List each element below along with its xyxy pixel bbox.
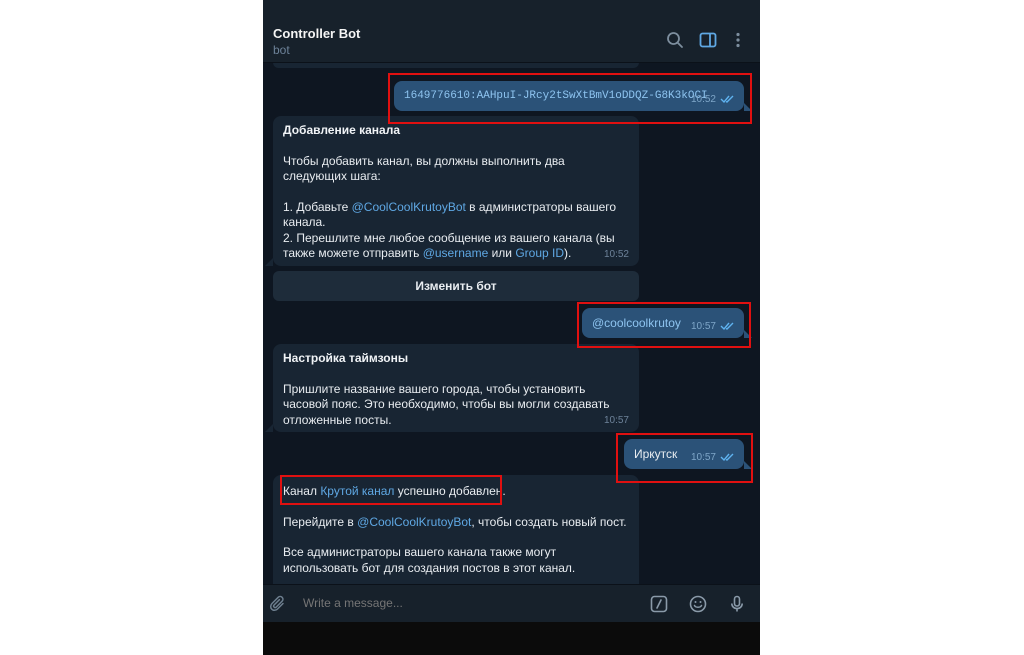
window-bottom-strip (263, 622, 760, 655)
sidebar-panel-icon[interactable] (698, 30, 718, 50)
bot-mention-link[interactable]: @CoolCoolKrutoyBot (352, 200, 466, 214)
bubble-tail (265, 258, 273, 266)
more-vertical-icon[interactable] (728, 30, 748, 50)
double-check-icon (720, 322, 734, 331)
bubble-tail (744, 103, 752, 111)
city-message-bubble[interactable]: Иркутск 10:57 (624, 439, 744, 469)
next-step-line: Перейдите в @CoolCoolKrutoyBot, чтобы со… (283, 514, 627, 529)
token-text: 1649776610:AAHpuI-JRcy2tSwXtBmV1oDDQZ-G8… (404, 90, 708, 102)
message-time: 10:52 (603, 248, 629, 260)
username-text[interactable]: @coolcoolkrutoy (592, 316, 681, 330)
city-text: Иркутск (634, 447, 678, 461)
double-check-icon (720, 95, 734, 104)
message-time: 10:57 (690, 321, 716, 332)
bot-mention-link[interactable]: @CoolCoolKrutoyBot (357, 515, 471, 529)
username-link[interactable]: @username (423, 246, 489, 260)
message-body: Пришлите название вашего города, чтобы у… (283, 381, 610, 427)
message-title: Настройка таймзоны (283, 351, 409, 365)
group-id-link[interactable]: Group ID (515, 246, 564, 260)
message-input[interactable] (303, 596, 603, 610)
message-title: Добавление канала (283, 123, 400, 137)
step-1: 1. Добавьте @CoolCoolKrutoyBot в админис… (283, 199, 617, 230)
timezone-message[interactable]: Настройка таймзоны Пришлите название ваш… (273, 344, 639, 432)
double-check-icon (720, 453, 734, 462)
message-time: 10:57 (603, 414, 629, 426)
username-message-bubble[interactable]: @coolcoolkrutoy 10:57 (582, 308, 744, 338)
chat-title[interactable]: Controller Bot (273, 26, 360, 41)
bubble-tail (265, 424, 273, 432)
window-top-strip (263, 0, 760, 18)
bubble-tail (744, 461, 752, 469)
message-intro: Чтобы добавить канал, вы должны выполнит… (283, 153, 565, 184)
add-channel-message[interactable]: Добавление канала Чтобы добавить канал, … (273, 116, 639, 266)
search-icon[interactable] (665, 30, 685, 50)
microphone-icon[interactable] (727, 594, 747, 614)
channel-link[interactable]: Крутой канал (320, 484, 394, 498)
admins-note: Все администраторы вашего канала также м… (283, 545, 576, 575)
previous-message-bubble (273, 63, 639, 68)
paperclip-icon[interactable] (268, 594, 288, 614)
telegram-window: Controller Bot bot 1649776610:AAHpuI-JRc… (263, 0, 760, 655)
change-bot-button[interactable]: Изменить бот (273, 271, 639, 301)
message-list[interactable]: 1649776610:AAHpuI-JRcy2tSwXtBmV1oDDQZ-G8… (263, 63, 760, 584)
channel-added-message[interactable]: Канал Крутой канал успешно добавлен. Пер… (273, 475, 639, 584)
chat-subtitle: bot (273, 43, 290, 57)
slash-commands-icon[interactable] (649, 594, 669, 614)
success-line: Канал Крутой канал успешно добавлен. (283, 484, 506, 498)
token-message-bubble[interactable]: 1649776610:AAHpuI-JRcy2tSwXtBmV1oDDQZ-G8… (394, 81, 744, 111)
message-composer (263, 584, 760, 622)
chat-header: Controller Bot bot (263, 18, 760, 63)
emoji-icon[interactable] (688, 594, 708, 614)
message-time: 10:52 (690, 94, 716, 105)
message-time: 10:57 (690, 452, 716, 463)
bubble-tail (744, 330, 752, 338)
step-2: 2. Перешлите мне любое сообщение из ваше… (283, 230, 615, 261)
